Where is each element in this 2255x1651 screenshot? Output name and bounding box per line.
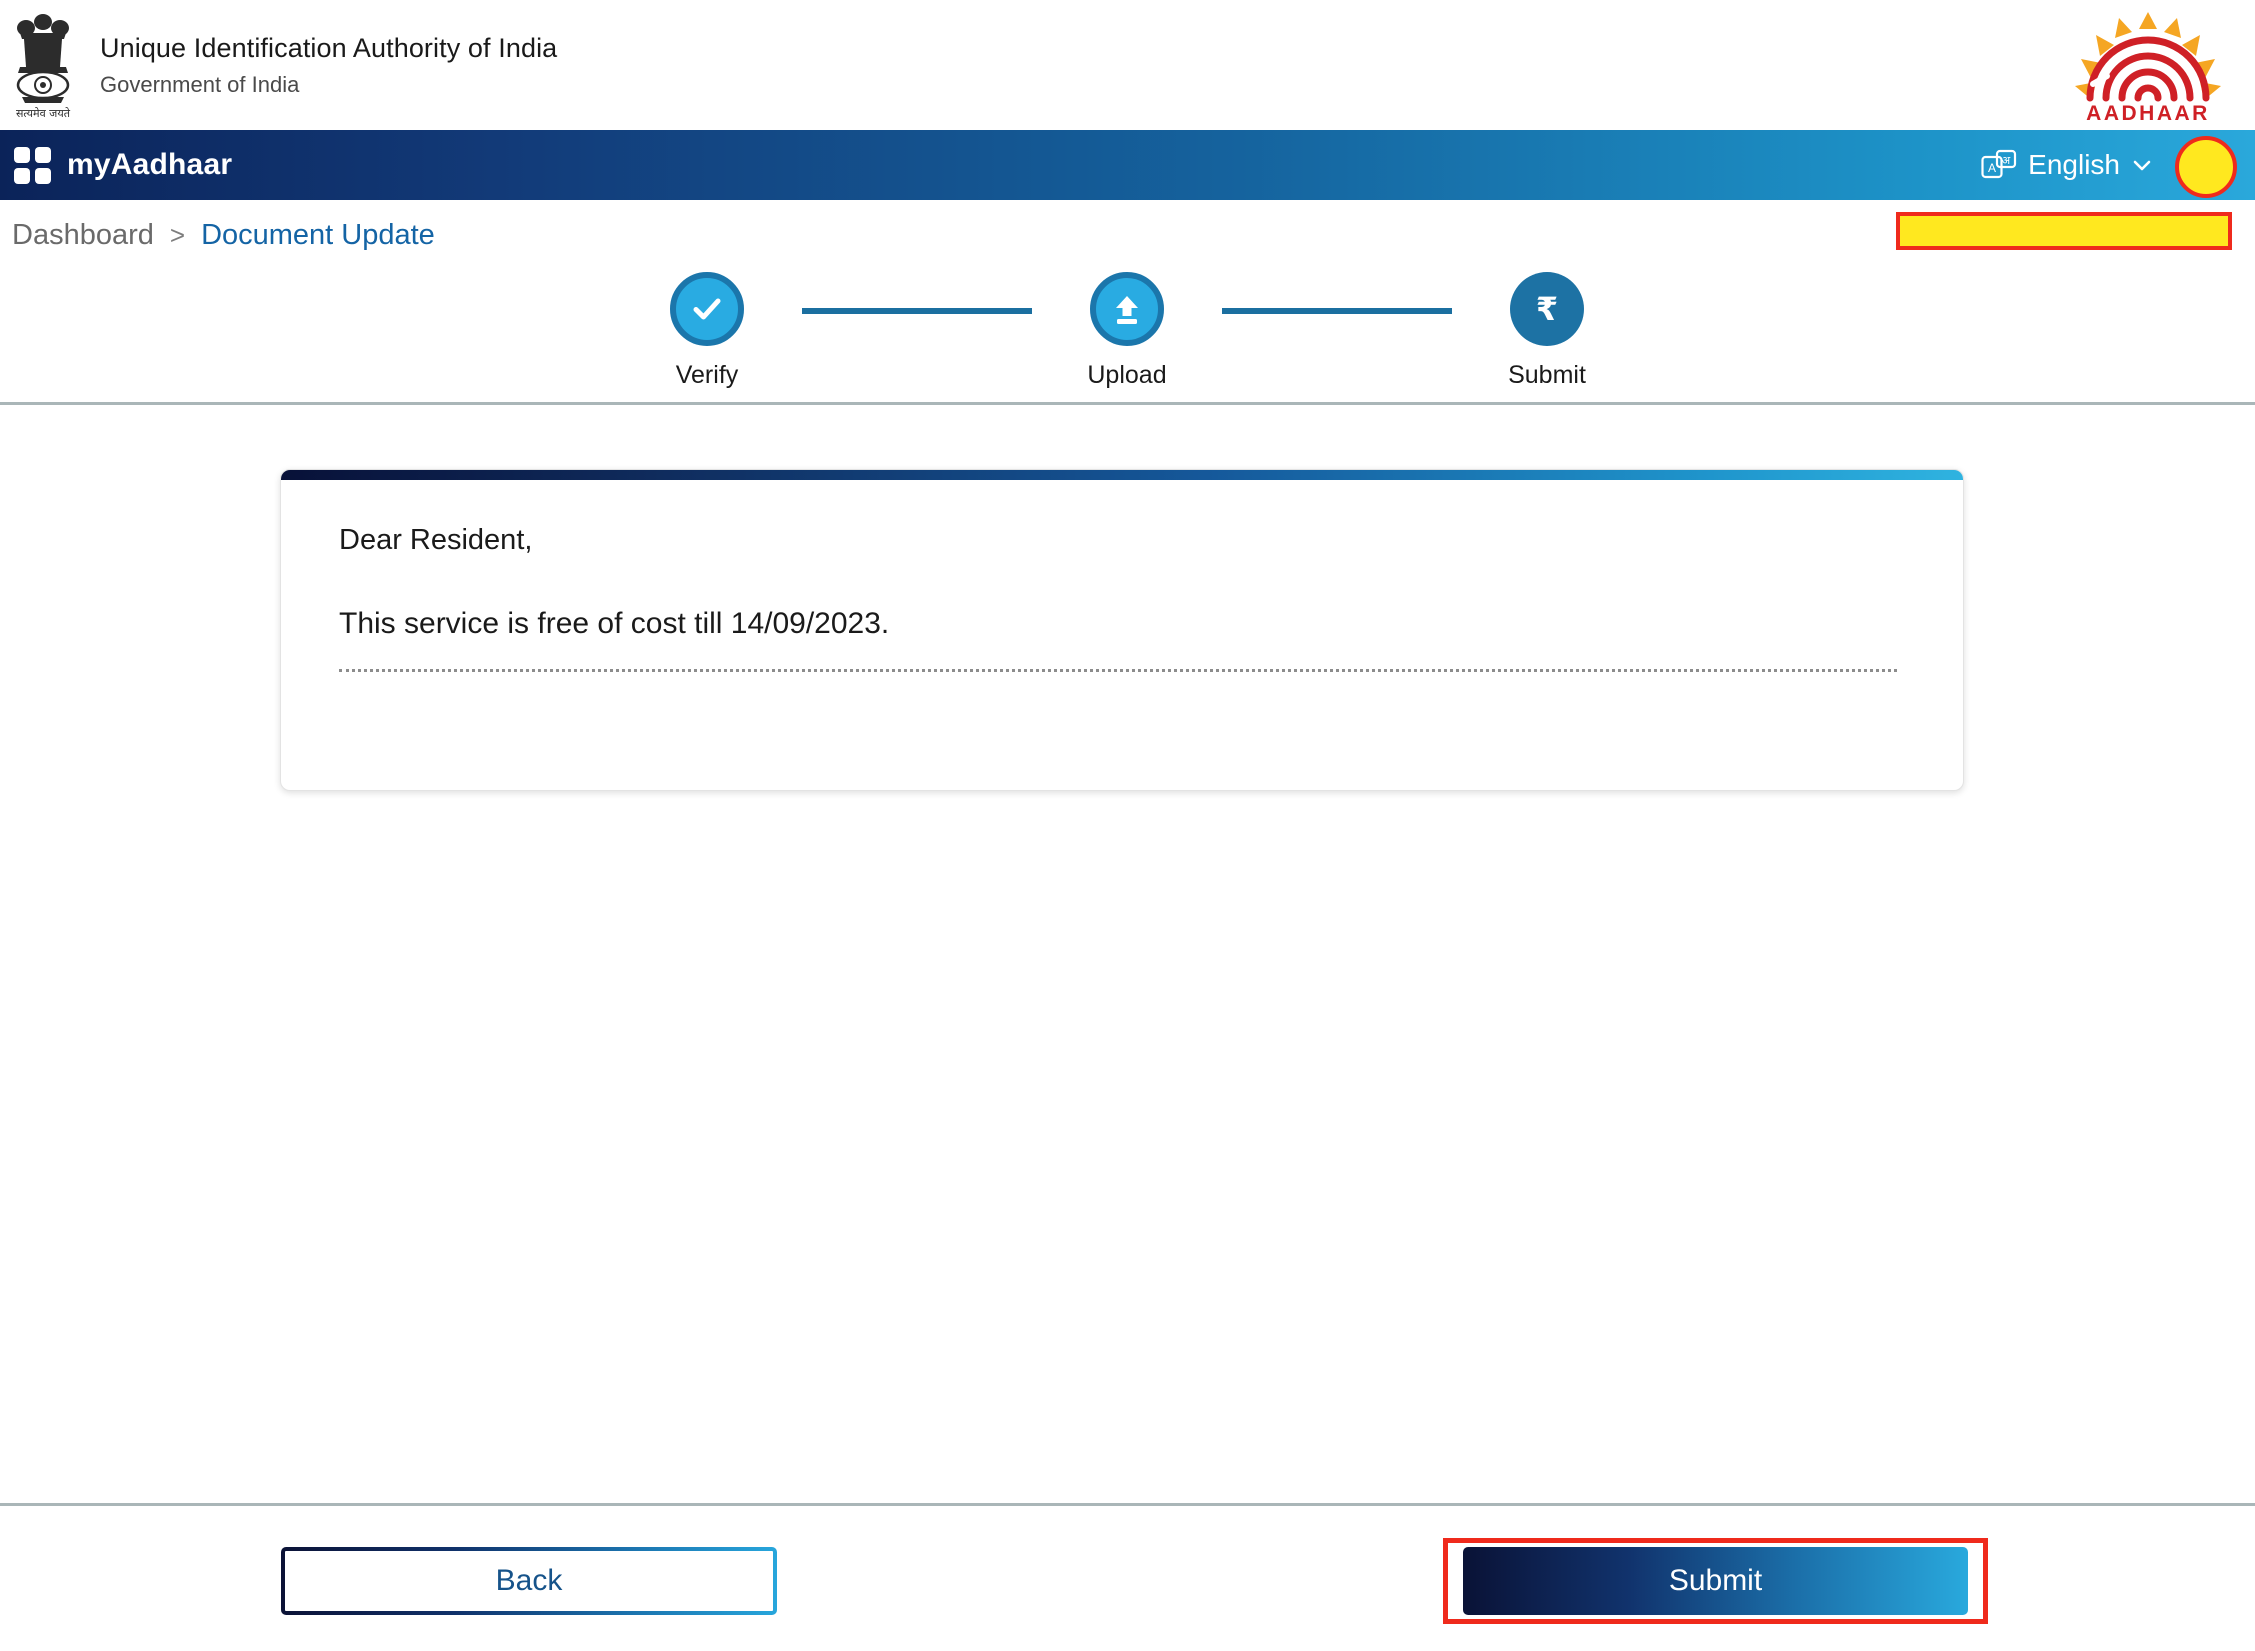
- site-header: सत्यमेव जयते Unique Identification Autho…: [0, 0, 2255, 130]
- card-dotted-separator: [339, 669, 1897, 672]
- svg-text:A: A: [1988, 161, 1996, 175]
- step-label-verify: Verify: [675, 361, 739, 389]
- footer-actions: Back Submit: [0, 1503, 2255, 1624]
- language-translate-icon: A अ: [1981, 149, 2017, 181]
- svg-text:अ: अ: [2002, 154, 2011, 167]
- svg-text:₹: ₹: [1536, 290, 1558, 328]
- submit-button[interactable]: Submit: [1463, 1547, 1968, 1615]
- main-content: Dear Resident, This service is free of c…: [0, 405, 2255, 1503]
- breadcrumb-item-dashboard[interactable]: Dashboard: [12, 219, 154, 252]
- stepper-step-verify[interactable]: Verify: [612, 272, 802, 390]
- notice-card: Dear Resident, This service is free of c…: [280, 469, 1964, 791]
- card-greeting: Dear Resident,: [339, 524, 533, 556]
- breadcrumb-item-document-update[interactable]: Document Update: [201, 219, 435, 252]
- language-selector[interactable]: A अ English: [1981, 149, 2153, 181]
- card-message: This service is free of cost till 14/09/…: [339, 607, 890, 640]
- step-circle-submit: ₹: [1510, 272, 1584, 346]
- step-circle-verify: [670, 272, 744, 346]
- step-circle-upload: [1090, 272, 1164, 346]
- breadcrumb-separator-icon: >: [169, 219, 186, 250]
- card-accent-bar: [281, 470, 1963, 480]
- org-title: Unique Identification Authority of India: [100, 32, 558, 63]
- emblem-motto: सत्यमेव जयते: [16, 107, 71, 120]
- chevron-down-icon: [2131, 154, 2153, 176]
- stepper-step-submit[interactable]: ₹ Submit: [1452, 272, 1642, 390]
- step-label-submit: Submit: [1508, 361, 1586, 389]
- main-navbar: myAadhaar A अ English: [0, 130, 2255, 200]
- org-subtitle: Government of India: [100, 71, 300, 97]
- submit-button-highlight: Submit: [1443, 1538, 1988, 1624]
- aadhaar-fingerprint-sun-logo-icon: AADHAAR: [2063, 6, 2233, 124]
- rupee-icon: ₹: [1527, 288, 1567, 330]
- navbar-right: A अ English: [1981, 130, 2255, 200]
- india-national-emblem-icon: सत्यमेव जयते: [12, 9, 74, 121]
- aadhaar-wordmark: AADHAAR: [2086, 102, 2210, 124]
- progress-stepper: Verify Upload ₹ Submit: [0, 270, 2255, 402]
- stepper-step-upload[interactable]: Upload: [1032, 272, 1222, 390]
- card-body: Dear Resident, This service is free of c…: [281, 480, 1963, 672]
- user-avatar[interactable]: [2175, 136, 2237, 198]
- upload-icon: [1109, 290, 1145, 328]
- emblem-block: सत्यमेव जयते Unique Identification Autho…: [0, 9, 557, 121]
- brand-label: myAadhaar: [67, 148, 233, 181]
- check-icon: [688, 290, 726, 328]
- step-label-upload: Upload: [1087, 361, 1167, 389]
- breadcrumb: Dashboard > Document Update: [0, 200, 2255, 270]
- back-button[interactable]: Back: [281, 1547, 777, 1615]
- org-text-block: Unique Identification Authority of India…: [100, 32, 557, 98]
- brand-link[interactable]: myAadhaar: [14, 146, 233, 184]
- stepper-connector-1: [802, 308, 1032, 314]
- four-squares-grid-icon: [14, 146, 51, 184]
- language-label: English: [2028, 149, 2120, 180]
- redacted-user-info-box: [1896, 212, 2232, 250]
- stepper-connector-2: [1222, 308, 1452, 314]
